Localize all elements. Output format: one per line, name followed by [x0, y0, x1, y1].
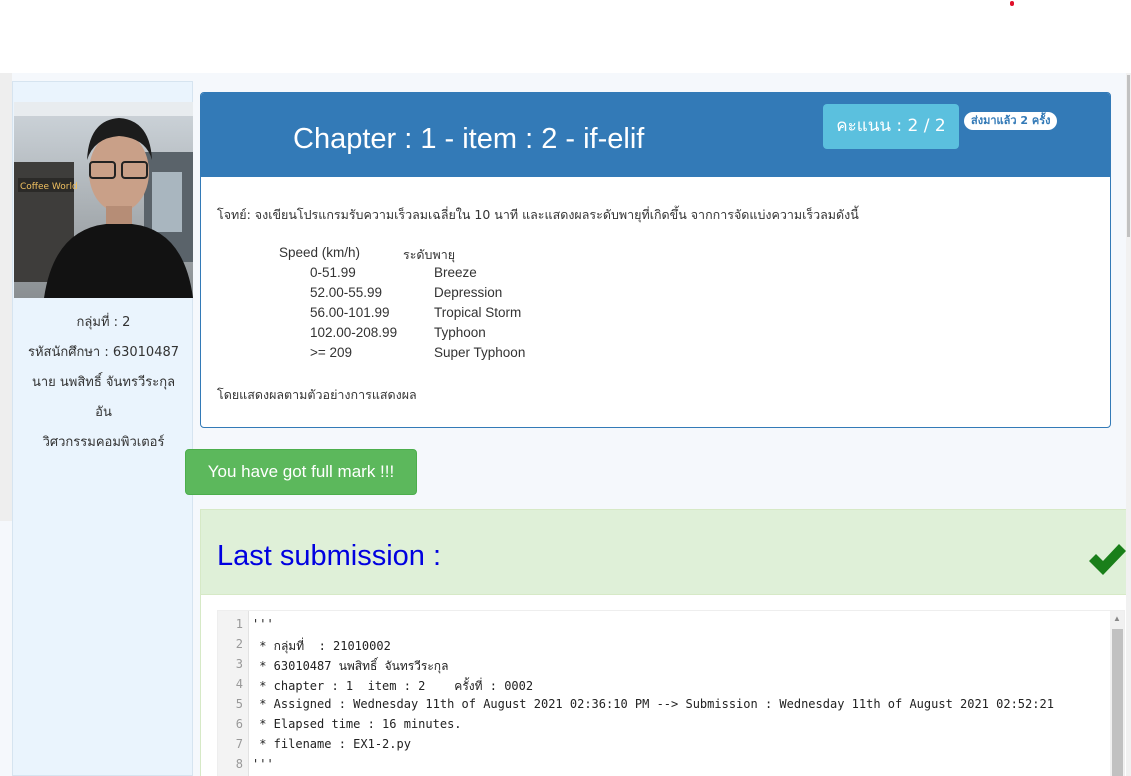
group-label: กลุ่มที่ : 2	[76, 315, 131, 330]
student-name-label: นาย นพสิทธิ์ จันทรวีระกุล	[31, 375, 176, 390]
faculty-label: วิศวกรรมคอมพิวเตอร์	[42, 435, 165, 450]
full-mark-button[interactable]: You have got full mark !!!	[185, 449, 417, 495]
row-level: Breeze	[434, 265, 477, 280]
code-editor[interactable]: 1 2 3 4 5 6 7 8 ''' * กลุ่มที่ : 2101000…	[217, 610, 1125, 776]
row-range: 56.00-101.99	[310, 305, 390, 320]
checkmark-icon	[1089, 544, 1126, 575]
row-range: 0-51.99	[310, 265, 356, 280]
question-footer: โดยแสดงผลตามตัวอย่างการแสดงผล	[217, 387, 417, 402]
table-header-speed: Speed (km/h)	[279, 245, 361, 260]
question-title: Chapter : 1 - item : 2 - if-elif	[293, 123, 645, 155]
code-line: * กลุ่มที่ : 21010002	[252, 639, 391, 653]
question-header: Chapter : 1 - item : 2 - if-elif คะแนน :…	[201, 93, 1110, 177]
line-number: 1	[235, 617, 243, 631]
row-range: 52.00-55.99	[310, 285, 383, 300]
submission-panel: Last submission : 1 2 3 4 5 6 7 8 ''' * …	[200, 509, 1126, 776]
line-number: 4	[235, 677, 243, 691]
row-level: Super Typhoon	[434, 345, 526, 360]
score-button[interactable]: คะแนน : 2 / 2	[823, 104, 959, 149]
code-line: * filename : EX1-2.py	[252, 737, 411, 751]
line-number: 3	[235, 657, 243, 671]
row-level: Tropical Storm	[434, 305, 522, 320]
row-level: Depression	[434, 285, 503, 300]
question-panel: Chapter : 1 - item : 2 - if-elif คะแนน :…	[200, 92, 1111, 428]
left-gutter	[0, 73, 12, 521]
line-number: 8	[235, 757, 243, 771]
submission-count-badge: ส่งมาแล้ว 2 ครั้ง	[964, 112, 1058, 130]
notification-dot	[1010, 1, 1014, 6]
scroll-up-icon[interactable]: ▲	[1113, 614, 1121, 623]
code-line: * chapter : 1 item : 2 ครั้งที่ : 0002	[252, 679, 534, 693]
line-number: 6	[235, 717, 243, 731]
row-range: 102.00-208.99	[310, 325, 398, 340]
submission-title: Last submission :	[217, 540, 442, 572]
student-photo: Coffee World	[14, 102, 193, 298]
code-line: '''	[252, 757, 274, 771]
code-line: * Elapsed time : 16 minutes.	[252, 717, 462, 731]
line-number-gutter: 1 2 3 4 5 6 7 8	[218, 611, 249, 776]
line-number: 2	[235, 637, 243, 651]
code-line: * Assigned : Wednesday 11th of August 20…	[252, 697, 1054, 711]
code-line: '''	[252, 617, 274, 631]
student-id-label: รหัสนักศึกษา : 63010487	[27, 345, 180, 360]
student-sidebar: Coffee World กลุ่มที่ : 2 รหัสนักศึกษา :…	[12, 81, 193, 776]
code-scrollbar-thumb[interactable]	[1112, 629, 1123, 776]
page-scrollbar-thumb[interactable]	[1127, 75, 1130, 237]
student-info: กลุ่มที่ : 2 รหัสนักศึกษา : 63010487 นาย…	[13, 308, 194, 458]
student-name-cont: อัน	[95, 405, 112, 420]
row-range: >= 209	[310, 345, 353, 360]
table-header-level: ระดับพายุ	[403, 247, 456, 262]
code-line: * 63010487 นพสิทธิ์ จันทรวีระกุล	[252, 659, 449, 673]
question-prompt: โจทย์: จงเขียนโปรแกรมรับความเร็วลมเฉลี่ย…	[217, 207, 859, 222]
top-bar	[0, 0, 1131, 73]
line-number: 5	[235, 697, 243, 711]
line-number: 7	[235, 737, 243, 751]
submission-header: Last submission :	[201, 510, 1126, 595]
row-level: Typhoon	[434, 325, 486, 340]
svg-text:Coffee World: Coffee World	[20, 182, 78, 192]
